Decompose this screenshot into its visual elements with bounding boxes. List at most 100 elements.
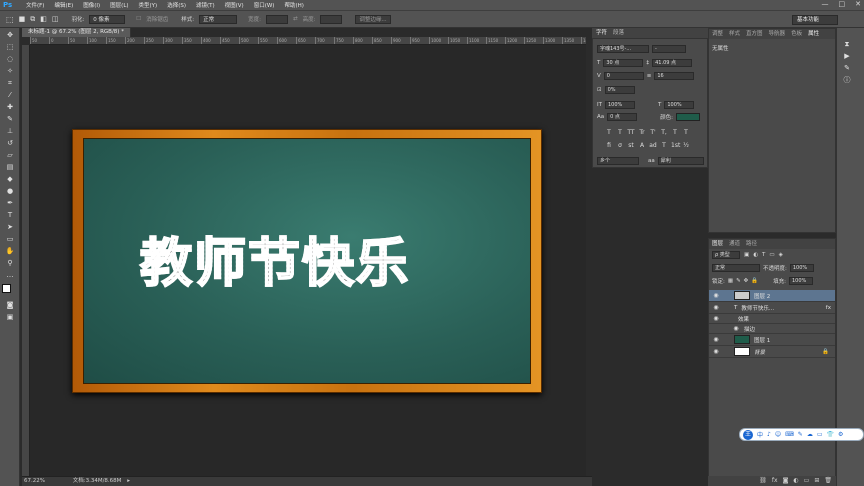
add-selection-icon[interactable]: ⧉ bbox=[30, 15, 35, 24]
menu-filter[interactable]: 滤镜(T) bbox=[191, 1, 220, 9]
info-panel-icon[interactable]: ⓘ bbox=[842, 76, 852, 85]
new-layer-icon[interactable]: ⊞ bbox=[814, 476, 819, 486]
layer-name[interactable]: 背景 bbox=[754, 348, 765, 356]
ime-keyboard-icon[interactable]: ⌨ bbox=[785, 431, 794, 438]
stamp-tool-icon[interactable]: ⊥ bbox=[5, 127, 15, 136]
layer-row[interactable]: ◉ 图层 1 bbox=[709, 334, 835, 346]
tab-paragraph[interactable]: 段落 bbox=[613, 28, 624, 38]
refine-edge-button[interactable]: 调整边缘... bbox=[355, 14, 392, 24]
close-button[interactable]: ✕ bbox=[855, 0, 861, 8]
filter-shape-icon[interactable]: ▭ bbox=[769, 252, 774, 258]
text-color-swatch[interactable] bbox=[676, 112, 700, 121]
menu-layer[interactable]: 图层(L) bbox=[105, 1, 133, 9]
eye-icon[interactable]: ◉ bbox=[732, 325, 740, 332]
ime-skin-icon[interactable]: ▭ bbox=[817, 431, 823, 438]
tab-styles[interactable]: 样式 bbox=[729, 29, 740, 39]
maximize-button[interactable]: □ bbox=[839, 0, 846, 8]
tab-adjustments[interactable]: 调整 bbox=[712, 29, 723, 39]
brush-tool-icon[interactable]: ✎ bbox=[5, 115, 15, 124]
foreground-color[interactable] bbox=[2, 284, 11, 293]
path-select-tool-icon[interactable]: ➤ bbox=[5, 223, 15, 232]
filter-smart-icon[interactable]: ◈ bbox=[779, 252, 783, 258]
healing-tool-icon[interactable]: ✚ bbox=[5, 103, 15, 112]
baseline-input[interactable]: 0 点 bbox=[607, 112, 638, 121]
fill-input[interactable]: 100% bbox=[789, 277, 813, 285]
fx-icon[interactable]: fx bbox=[826, 305, 831, 311]
tab-swatches[interactable]: 色板 bbox=[791, 29, 802, 39]
minimize-button[interactable]: — bbox=[822, 0, 829, 8]
brush-panel-icon[interactable]: ✎ bbox=[842, 64, 852, 73]
menu-help[interactable]: 帮助(H) bbox=[279, 1, 308, 9]
eye-icon[interactable]: ◉ bbox=[712, 348, 720, 355]
layer-name[interactable]: 图层 2 bbox=[754, 292, 770, 300]
filter-type-icon[interactable]: T bbox=[762, 252, 765, 258]
layer-name[interactable]: 教师节快乐... bbox=[741, 304, 774, 312]
screen-mode-icon[interactable]: ▣ bbox=[5, 313, 15, 322]
subscript-button[interactable]: T, bbox=[660, 129, 668, 137]
scale-input[interactable]: 0% bbox=[604, 85, 635, 94]
strikethrough-button[interactable]: T bbox=[682, 129, 690, 137]
width-input[interactable] bbox=[265, 14, 288, 24]
swash-button[interactable]: A bbox=[638, 142, 646, 150]
link-layers-icon[interactable]: ⛓ bbox=[759, 476, 767, 486]
new-group-icon[interactable]: ▭ bbox=[804, 476, 810, 486]
eye-icon[interactable]: ◉ bbox=[712, 315, 720, 322]
layer-name[interactable]: 图层 1 bbox=[754, 336, 770, 344]
new-selection-icon[interactable]: ■ bbox=[19, 15, 26, 23]
small-caps-button[interactable]: Tr bbox=[638, 129, 646, 137]
document-tab[interactable]: 未标题-1 @ 67.2% (图层 2, RGB/8) * bbox=[22, 28, 131, 37]
pen-tool-icon[interactable]: ✒ bbox=[5, 199, 15, 208]
eye-icon[interactable]: ◉ bbox=[712, 336, 720, 343]
workspace-select[interactable]: 基本功能 bbox=[792, 15, 838, 25]
layer-effect-row[interactable]: ◉ 效果 bbox=[709, 314, 835, 324]
layer-effect-row[interactable]: ◉ 描边 bbox=[709, 324, 835, 334]
contextual-alt-button[interactable]: σ bbox=[616, 142, 624, 150]
marquee-tool-icon[interactable]: ⬚ bbox=[6, 15, 14, 24]
tab-character[interactable]: 字符 bbox=[596, 28, 607, 38]
fractions-button[interactable]: ½ bbox=[682, 142, 690, 150]
tab-properties[interactable]: 属性 bbox=[808, 29, 819, 39]
quick-select-tool-icon[interactable]: ✧ bbox=[5, 67, 15, 76]
faux-bold-button[interactable]: T bbox=[605, 129, 613, 137]
titling-alt-button[interactable]: T bbox=[660, 142, 668, 150]
delete-layer-icon[interactable]: 🗑 bbox=[824, 476, 832, 486]
language-select[interactable]: 乡个 bbox=[597, 156, 639, 165]
menu-window[interactable]: 窗口(W) bbox=[249, 1, 280, 9]
tab-layers[interactable]: 图层 bbox=[712, 239, 723, 249]
add-style-icon[interactable]: fx bbox=[772, 476, 778, 486]
ligature-button[interactable]: fi bbox=[605, 142, 613, 150]
more-tools-icon[interactable]: … bbox=[5, 271, 15, 280]
horizontal-scale-input[interactable]: 100% bbox=[664, 100, 695, 109]
ime-chinese-toggle[interactable]: 中 bbox=[757, 430, 763, 439]
zoom-level[interactable]: 67.22% bbox=[24, 478, 45, 484]
menu-image[interactable]: 图像(I) bbox=[78, 1, 105, 9]
marquee-tool-icon[interactable]: ⬚ bbox=[5, 43, 15, 52]
ordinals-button[interactable]: 1st bbox=[671, 142, 680, 150]
ime-logo-icon[interactable]: 王 bbox=[743, 429, 753, 440]
feather-input[interactable]: 0 像素 bbox=[89, 14, 126, 24]
ime-handwrite-icon[interactable]: ✎ bbox=[798, 431, 803, 438]
layer-filter-select[interactable]: ρ 类型 bbox=[712, 251, 740, 259]
menu-select[interactable]: 选择(S) bbox=[162, 1, 191, 9]
underline-button[interactable]: T bbox=[671, 129, 679, 137]
lock-paint-icon[interactable]: ✎ bbox=[736, 278, 741, 284]
gradient-tool-icon[interactable]: ▤ bbox=[5, 163, 15, 172]
adjustment-layer-icon[interactable]: ◐ bbox=[793, 476, 798, 486]
faux-italic-button[interactable]: T bbox=[616, 129, 624, 137]
crop-tool-icon[interactable]: ⌗ bbox=[5, 79, 15, 88]
color-swatches[interactable] bbox=[2, 284, 18, 298]
kerning-input[interactable]: 0 bbox=[603, 71, 644, 80]
eye-icon[interactable]: ◉ bbox=[712, 292, 720, 299]
eyedropper-tool-icon[interactable]: ⁄ bbox=[5, 91, 15, 100]
tab-paths[interactable]: 路径 bbox=[746, 239, 757, 249]
font-family-select[interactable]: 字魂143号-... bbox=[597, 44, 649, 53]
ime-settings-icon[interactable]: ⚙ bbox=[838, 431, 843, 438]
lock-all-icon[interactable]: 🔒 bbox=[751, 278, 758, 284]
font-style-select[interactable]: - bbox=[652, 44, 686, 53]
stylistic-alt-button[interactable]: ad bbox=[649, 142, 657, 150]
ime-cloud-icon[interactable]: ☁ bbox=[807, 431, 813, 438]
ime-shirt-icon[interactable]: 👕 bbox=[827, 431, 834, 438]
status-arrow-icon[interactable]: ▸ bbox=[127, 478, 130, 484]
history-panel-icon[interactable]: ⧗ bbox=[842, 40, 852, 49]
actions-panel-icon[interactable]: ▶ bbox=[842, 52, 852, 61]
